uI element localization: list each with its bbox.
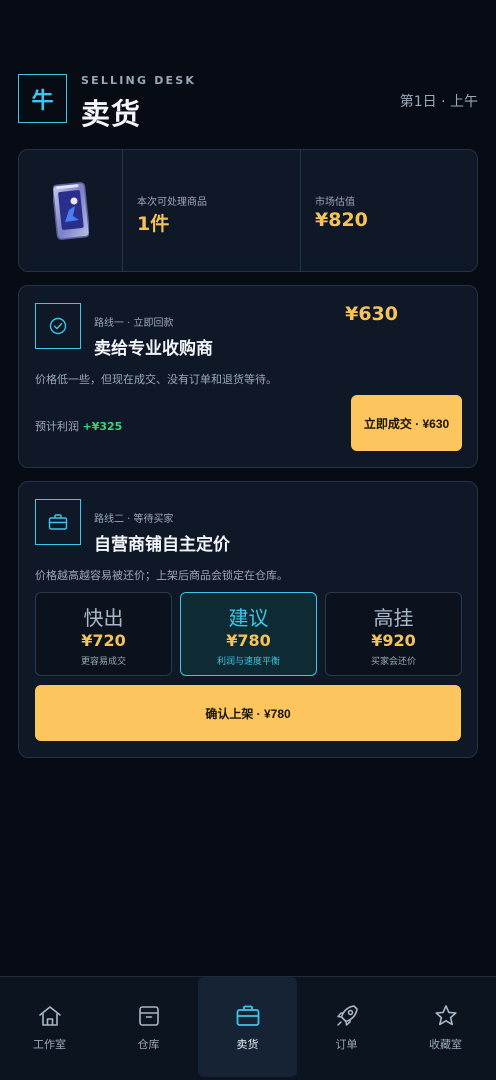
page-header: 牛 SELLING DESK 卖货 第1日 · 上午	[18, 74, 478, 131]
summary-card: 本次可处理商品 1件 市场估值 ¥820	[18, 149, 478, 272]
route-shop-card: 路线二 · 等待买家 自营商铺自主定价 价格越高越容易被还价；上架后商品会锁定在…	[18, 481, 478, 758]
tab-label: 卖货	[236, 1038, 259, 1051]
option-note: 利润与速度平衡	[216, 657, 280, 667]
route2-description: 价格越高越容易被还价；上架后商品会锁定在仓库。	[35, 569, 288, 582]
briefcase-icon	[236, 1005, 259, 1026]
bottom-tab-bar: 工作室 仓库 卖货 订单 收藏室	[0, 976, 496, 1080]
option-price: ¥720	[81, 631, 126, 650]
profit-label: 预计利润	[35, 420, 79, 433]
page-eyebrow: SELLING DESK	[81, 74, 197, 87]
check-circle-icon	[49, 317, 67, 335]
route1-title: 卖给专业收购商	[94, 339, 213, 359]
home-icon	[38, 1006, 61, 1026]
item-count-value: 1件	[137, 213, 170, 235]
option-note: 更容易成交	[80, 657, 126, 667]
item-thumbnail[interactable]	[19, 150, 123, 271]
box-icon	[138, 1006, 159, 1026]
option-note: 买家会还价	[370, 657, 416, 667]
price-option-high[interactable]: 高挂 ¥920 买家会还价	[325, 592, 462, 676]
sell-now-button[interactable]: 立即成交 · ¥630	[351, 395, 462, 451]
route1-icon-box	[35, 303, 81, 349]
option-name: 建议	[228, 606, 269, 630]
route1-tag: 路线一 · 立即回款	[94, 318, 174, 329]
rocket-icon	[336, 1005, 358, 1026]
tab-sell[interactable]: 卖货	[198, 977, 297, 1077]
logo-char: 牛	[31, 88, 54, 114]
option-name: 快出	[83, 606, 124, 630]
page-title: 卖货	[81, 97, 142, 131]
star-icon	[434, 1005, 457, 1026]
route1-description: 价格低一些，但现在成交、没有订单和退货等待。	[35, 373, 277, 386]
tab-warehouse[interactable]: 仓库	[99, 977, 198, 1077]
tab-label: 订单	[335, 1038, 358, 1051]
tab-orders[interactable]: 订单	[297, 977, 396, 1077]
profit-value: +¥325	[82, 420, 123, 433]
app-logo: 牛	[18, 74, 67, 123]
option-price: ¥780	[226, 631, 271, 650]
item-count-cell: 本次可处理商品 1件	[123, 150, 301, 271]
tab-collection[interactable]: 收藏室	[396, 977, 495, 1077]
market-estimate-label: 市场估值	[315, 197, 355, 208]
option-price: ¥920	[371, 631, 416, 650]
route1-profit: 预计利润 +¥325	[35, 418, 122, 434]
route2-title: 自营商铺自主定价	[94, 535, 230, 555]
tab-studio[interactable]: 工作室	[0, 977, 99, 1077]
trading-card-icon	[52, 181, 89, 240]
price-option-quick[interactable]: 快出 ¥720 更容易成交	[35, 592, 172, 676]
tab-label: 仓库	[137, 1038, 160, 1051]
route1-price: ¥630	[345, 303, 398, 325]
briefcase-icon	[48, 514, 68, 530]
tab-label: 工作室	[33, 1038, 66, 1051]
game-time: 第1日 · 上午	[399, 94, 478, 110]
tab-label: 收藏室	[429, 1038, 462, 1051]
market-estimate-value: ¥820	[315, 209, 368, 231]
market-estimate-cell: 市场估值 ¥820	[301, 150, 479, 271]
confirm-listing-button[interactable]: 确认上架 · ¥780	[35, 685, 461, 741]
price-option-suggested[interactable]: 建议 ¥780 利润与速度平衡	[180, 592, 317, 676]
option-name: 高挂	[373, 606, 414, 630]
route2-tag: 路线二 · 等待买家	[94, 514, 174, 525]
item-count-label: 本次可处理商品	[137, 197, 207, 208]
route-dealer-card: 路线一 · 立即回款 卖给专业收购商 ¥630 价格低一些，但现在成交、没有订单…	[18, 285, 478, 468]
route2-icon-box	[35, 499, 81, 545]
